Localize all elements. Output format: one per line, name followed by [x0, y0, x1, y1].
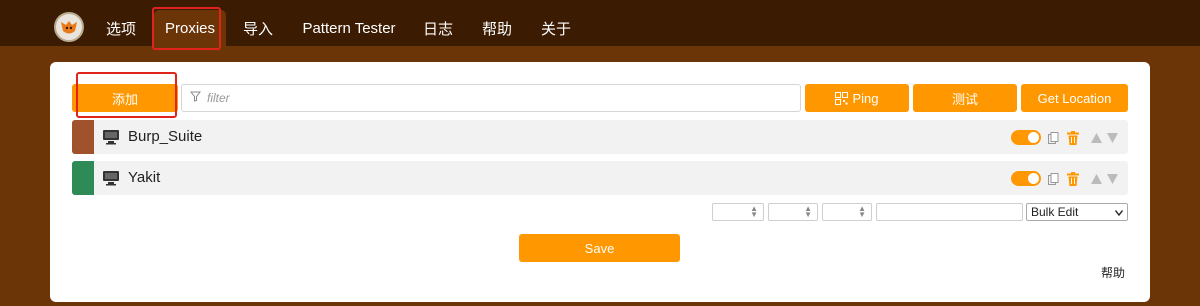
bulk-edit-select[interactable]: Bulk Edit: [1026, 203, 1128, 221]
move-up-icon[interactable]: [1089, 130, 1103, 145]
bulk-number-input[interactable]: ▲ ▼: [768, 203, 818, 221]
add-proxy-button[interactable]: 添加: [72, 84, 178, 112]
computer-icon: [102, 170, 120, 186]
computer-icon: [102, 129, 120, 145]
proxy-row[interactable]: Burp_Suite: [72, 120, 1128, 154]
trash-icon[interactable]: [1066, 171, 1080, 186]
filter-icon: [189, 89, 202, 107]
filter-field[interactable]: [181, 84, 801, 112]
duplicate-icon[interactable]: [1046, 130, 1060, 145]
tab-proxies[interactable]: Proxies: [154, 10, 226, 46]
move-up-icon[interactable]: [1089, 171, 1103, 186]
proxy-row[interactable]: Yakit: [72, 161, 1128, 195]
top-nav: 选项 Proxies 导入 Pattern Tester 日志 帮助 关于: [0, 0, 1200, 46]
bulk-number-input[interactable]: ▲ ▼: [712, 203, 764, 221]
get-location-button[interactable]: Get Location: [1021, 84, 1128, 112]
trash-icon[interactable]: [1066, 130, 1080, 145]
ping-icon: [835, 91, 849, 105]
proxy-color-swatch[interactable]: [72, 161, 94, 195]
proxy-title: Yakit: [128, 169, 161, 186]
tab-pattern-tester[interactable]: Pattern Tester: [294, 10, 404, 46]
help-link[interactable]: 帮助: [1101, 264, 1125, 281]
move-down-icon[interactable]: [1105, 130, 1119, 145]
ping-label: Ping: [852, 90, 879, 106]
tab-log[interactable]: 日志: [416, 10, 460, 46]
bulk-text-input[interactable]: [876, 203, 1023, 221]
save-button[interactable]: Save: [519, 234, 680, 262]
filter-input[interactable]: [207, 91, 787, 105]
spinner-icon[interactable]: ▲ ▼: [858, 205, 866, 219]
spinner-icon[interactable]: ▲ ▼: [804, 205, 812, 219]
chevron-down-icon: [1114, 205, 1124, 219]
test-button[interactable]: 测试: [913, 84, 1017, 112]
foxyproxy-logo-icon: [54, 12, 84, 42]
proxy-enable-toggle[interactable]: [1011, 171, 1041, 186]
spinner-icon[interactable]: ▲ ▼: [750, 205, 758, 219]
ping-button[interactable]: Ping: [805, 84, 909, 112]
duplicate-icon[interactable]: [1046, 171, 1060, 186]
proxy-enable-toggle[interactable]: [1011, 130, 1041, 145]
tab-import[interactable]: 导入: [236, 10, 280, 46]
tab-options[interactable]: 选项: [96, 10, 146, 46]
tab-about[interactable]: 关于: [532, 10, 580, 46]
proxy-color-swatch[interactable]: [72, 120, 94, 154]
move-down-icon[interactable]: [1105, 171, 1119, 186]
bulk-number-input[interactable]: ▲ ▼: [822, 203, 872, 221]
proxies-panel: 添加 Ping 测试 Get Location: [50, 62, 1150, 302]
tab-help[interactable]: 帮助: [472, 10, 522, 46]
proxy-title: Burp_Suite: [128, 128, 203, 145]
bulk-edit-value: Bulk Edit: [1031, 205, 1079, 219]
